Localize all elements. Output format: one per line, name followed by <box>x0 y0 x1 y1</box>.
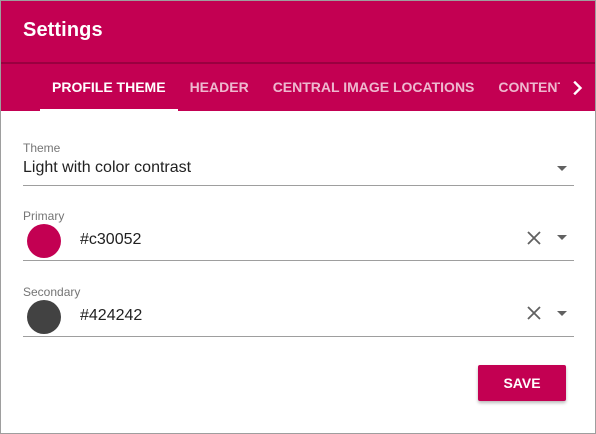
close-icon[interactable] <box>525 229 543 247</box>
primary-color-swatch[interactable] <box>27 224 61 258</box>
secondary-color-swatch[interactable] <box>27 300 61 334</box>
tab-profile-theme[interactable]: PROFILE THEME <box>40 64 178 111</box>
tab-header[interactable]: HEADER <box>178 64 261 111</box>
tab-central-image-locations[interactable]: CENTRAL IMAGE LOCATIONS <box>261 64 487 111</box>
tab-content-header[interactable]: CONTENT HEA <box>486 64 560 111</box>
chevron-right-icon <box>572 80 582 95</box>
arrow-drop-down-icon[interactable] <box>557 235 567 240</box>
arrow-drop-down-icon[interactable] <box>557 311 567 316</box>
dialog-title: Settings <box>23 19 103 41</box>
tab-list: PROFILE THEME HEADER CENTRAL IMAGE LOCATIO… <box>40 64 560 111</box>
save-button[interactable]: SAVE <box>478 365 566 401</box>
primary-underline <box>23 260 574 261</box>
secondary-color-input[interactable]: #424242 <box>80 307 142 325</box>
tab-scroll-right-button[interactable] <box>560 64 595 111</box>
dialog-header: Settings <box>1 1 595 62</box>
settings-dialog: Settings PROFILE THEME HEADER CENTRAL IMAG… <box>0 0 596 434</box>
tab-bar: PROFILE THEME HEADER CENTRAL IMAGE LOCATIO… <box>1 64 595 111</box>
arrow-drop-down-icon[interactable] <box>557 166 567 171</box>
primary-label: Primary <box>23 209 65 223</box>
secondary-underline <box>23 336 574 337</box>
secondary-label: Secondary <box>23 285 81 299</box>
theme-underline <box>23 185 574 186</box>
primary-color-input[interactable]: #c30052 <box>80 231 141 249</box>
theme-label: Theme <box>23 141 61 155</box>
close-icon[interactable] <box>525 304 543 322</box>
theme-select[interactable]: Light with color contrast <box>23 159 191 177</box>
